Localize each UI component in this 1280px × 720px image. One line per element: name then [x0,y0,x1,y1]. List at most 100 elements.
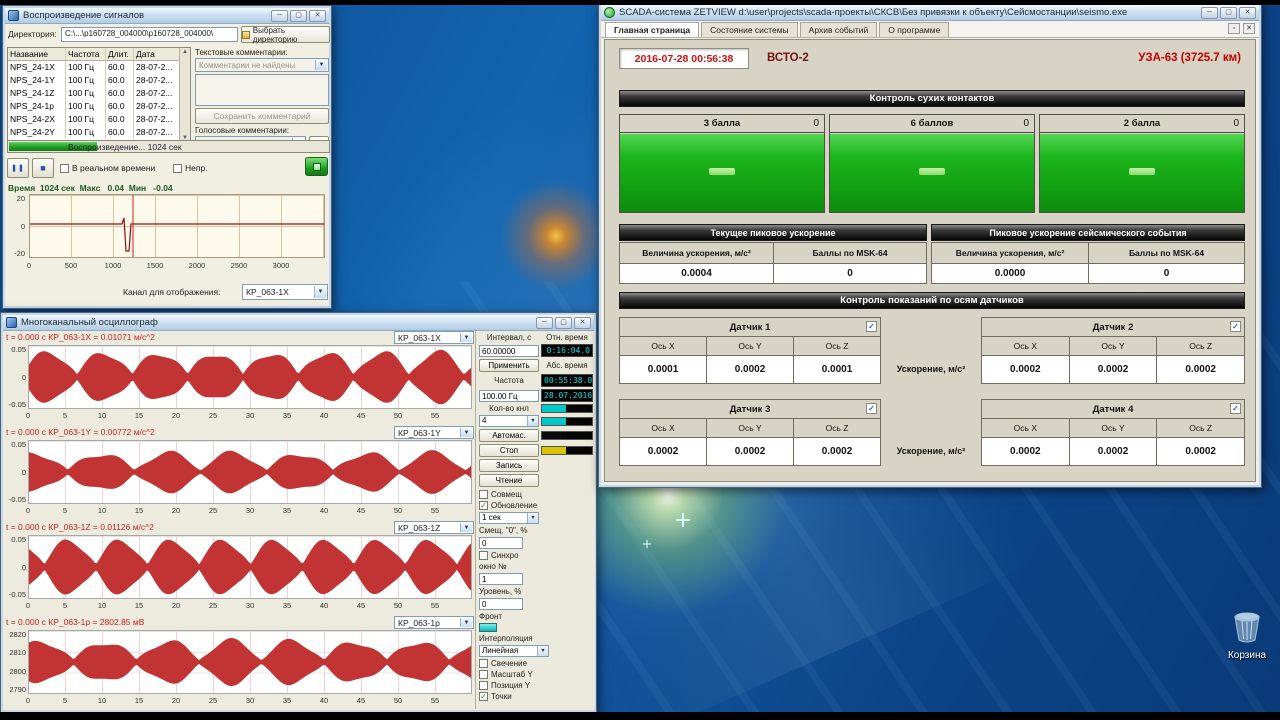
dots-checkbox[interactable]: ✓ Точки [479,692,593,701]
interval-field[interactable]: 60.00000 [479,344,539,357]
tab-event-archive[interactable]: Архив событий [799,22,878,37]
zero-offset-field[interactable]: 0 [479,537,523,549]
axis-value: 0.0002 [707,356,794,383]
frequency-field[interactable]: 100.00 Гц [479,389,539,402]
station-name: ВСТО-2 [767,52,809,64]
chart-y-axis: 20 0 -20 [14,194,25,258]
file-row[interactable]: NPS_24-1Z 100 Гц 60.0 28-07-2... [8,87,190,100]
x-axis: 0 5 10 15 20 25 30 35 40 45 50 55 [25,696,440,705]
file-table-header: Название Частота Длит. Дата [8,48,190,61]
axis-header: Ось X [982,337,1070,356]
directory-field[interactable]: C:\...\р160728_004000\р160728_004000\ [61,27,238,42]
x-axis: 0 5 10 15 20 25 30 35 40 45 50 55 [25,601,440,610]
maximize-button[interactable]: ▢ [1220,6,1237,19]
signal-file-table[interactable]: Название Частота Длит. Дата NPS_24-1X 100… [7,47,191,143]
pause-icon: ❚❚ [11,165,25,172]
apply-button[interactable]: Применить [479,359,539,372]
loop-icon [312,162,321,171]
tab-about[interactable]: О программе [879,22,950,37]
axis-header-row: Ось X Ось Y Ось Z [982,419,1245,438]
refresh-period-combo[interactable]: 1 сек ▼ [479,512,539,524]
sensor-checkbox[interactable]: ✓ [866,403,877,414]
osc-titlebar[interactable]: Многоканальный осциллограф ─ ▢ ✕ [3,315,594,331]
axis-header: Ось Z [794,337,880,356]
chevron-down-icon: ▼ [460,333,472,342]
close-button[interactable]: ✕ [309,9,326,22]
tab-system-state[interactable]: Состояние системы [701,22,798,37]
interpolation-combo[interactable]: Линейная ▼ [479,645,549,657]
channel-selector[interactable]: КР_063-1p ▼ [394,616,474,629]
window-number-field[interactable]: 1 [479,573,523,585]
sensor-checkbox[interactable]: ✓ [1230,403,1241,414]
accel-unit-label: Ускорение, м/с² [896,364,966,374]
axis-value: 0.0002 [982,438,1070,465]
comment-list[interactable] [195,74,329,106]
file-table-body: NPS_24-1X 100 Гц 60.0 28-07-2... NPS_24-1Y 10… [8,61,190,139]
channel-count-combo[interactable]: 4 ▼ [479,415,539,427]
glow-checkbox[interactable]: Свечение [479,659,593,668]
file-row[interactable]: NPS_24-2Y 100 Гц 60.0 28-07-2... [8,126,190,139]
refresh-checkbox[interactable]: ✓ Обновление [479,501,593,510]
realtime-checkbox[interactable]: В реальном времени [60,163,155,173]
minimize-button[interactable]: ─ [271,9,288,22]
maximize-button[interactable]: ▢ [555,316,572,329]
contact-panel-2: 2 балла 0 [1039,114,1245,213]
file-row[interactable]: NPS_24-2X 100 Гц 60.0 28-07-2... [8,113,190,126]
recycle-bin[interactable]: Корзина [1224,610,1270,661]
axis-header: Ось Y [1069,337,1158,356]
channel-selector[interactable]: КР_063-1Y ▼ [394,426,474,439]
maximize-button[interactable]: ▢ [290,9,307,22]
front-toggle[interactable] [479,623,497,632]
letterbox-bottom [0,712,1280,720]
panel-close-icon[interactable]: ✕ [1243,23,1255,34]
panel-minimize-icon[interactable]: ▫ [1228,23,1240,34]
stop-icon: ■ [40,163,46,173]
autoscale-button[interactable]: Автомас. [479,429,539,442]
stop-button[interactable]: Стоп [479,444,539,457]
close-button[interactable]: ✕ [1239,6,1256,19]
text-comments-combo[interactable]: Комментарии не найдены ▼ [195,58,329,72]
channel-selector[interactable]: КР_063-1Z ▼ [394,521,474,534]
save-comment-button[interactable]: Сохранить комментарий [195,108,329,124]
sync-checkbox[interactable]: Синхро [479,551,593,560]
file-table-scrollbar[interactable]: ▲ ▼ [179,48,190,142]
minimize-button[interactable]: ─ [536,316,553,329]
progress-text: Воспроизведение... 1024 сек [68,142,182,152]
sensor-checkbox[interactable]: ✓ [866,321,877,332]
channel-display-combo[interactable]: КР_063-1X ▼ [242,284,328,300]
event-msk-value: 0 [1088,263,1245,284]
scale-y-checkbox[interactable]: Масштаб Y [479,670,593,679]
axis-value-row: 0.0002 0.0002 0.0002 [620,438,880,465]
position-y-checkbox[interactable]: Позиция Y [479,681,593,690]
level-field[interactable]: 0 [479,598,523,610]
record-button[interactable]: Запись [479,459,539,472]
channel-color-indicator [541,431,593,440]
checkbox [479,490,488,499]
pause-button[interactable]: ❚❚ [7,158,29,178]
checkbox [173,163,182,173]
file-row[interactable]: NPS_24-1X 100 Гц 60.0 28-07-2... [8,61,190,74]
loop-button[interactable] [305,157,328,176]
choose-directory-button[interactable]: Выбрать директорию [241,26,330,44]
file-row[interactable]: NPS_24-1p 100 Гц 60.0 28-07-2... [8,100,190,113]
overlay-checkbox[interactable]: Совмещ [479,490,593,499]
window-title: Воспроизведение сигналов [23,10,145,21]
sensor-table-3: Датчик 3 ✓ Ось X Ось Y Ось Z 0.0002 0.0002 0.… [619,399,881,466]
axis-header: Ось Y [707,337,794,356]
axis-header: Ось X [620,419,707,438]
continuous-checkbox[interactable]: Непр. [173,163,208,173]
close-button[interactable]: ✕ [574,316,591,329]
minimize-button[interactable]: ─ [1201,6,1218,19]
stop-button[interactable]: ■ [32,158,54,178]
sensor-checkbox[interactable]: ✓ [1230,321,1241,332]
axis-header: Ось Y [1069,419,1158,438]
read-button[interactable]: Чтение [479,474,539,487]
file-row[interactable]: NPS_24-1Y 100 Гц 60.0 28-07-2... [8,74,190,87]
scada-titlebar[interactable]: SCADA-система ZETVIEW d:\user\projects\s… [601,5,1259,21]
playback-titlebar[interactable]: Воспроизведение сигналов ─ ▢ ✕ [5,8,329,24]
axis-header: Ось X [620,337,707,356]
tab-main-page[interactable]: Главная страница [605,22,700,37]
channel-selector[interactable]: КР_063-1X ▼ [394,331,474,344]
axis-value: 0.0001 [794,356,880,383]
axis-header-row: Ось X Ось Y Ось Z [620,419,880,438]
